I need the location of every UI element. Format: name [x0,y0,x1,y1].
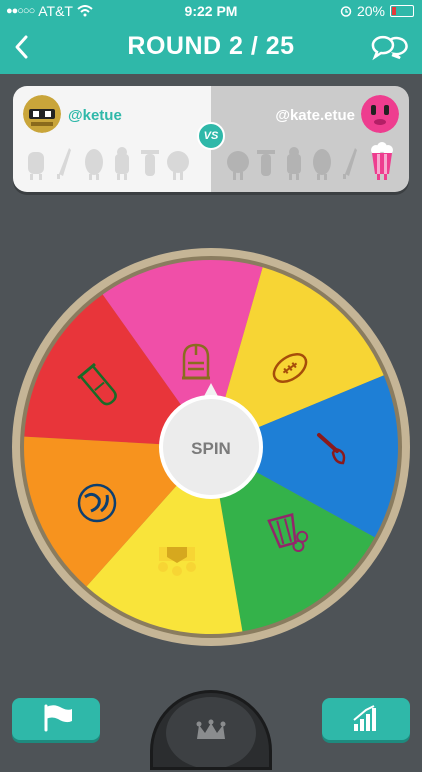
bar-chart-icon [353,705,376,731]
category-wheel[interactable]: SPIN [12,248,410,646]
battery-group: 20% [340,3,414,19]
character-silhouette-icon [28,152,44,180]
header-bar: ROUND 2 / 25 [0,22,422,74]
left-username: @ketue [68,107,122,124]
alarm-icon [340,6,352,17]
player-left[interactable]: @ketue [13,86,211,192]
round-title: ROUND 2 / 25 [127,32,295,60]
player-right[interactable]: @kate.etue [211,86,409,192]
character-silhouette-icon [227,151,249,180]
pink-pig-avatar-icon [361,95,399,133]
status-bar: ●●○○○ AT&T 9:22 PM 20% [0,0,422,22]
character-silhouette-icon [141,150,159,176]
battery-icon [390,5,414,17]
robot-avatar-icon [23,95,61,133]
character-silhouette-icon [85,149,103,180]
battery-percent: 20% [356,3,385,19]
character-silhouette-icon [115,147,129,180]
versus-badge: VS [197,122,225,150]
crown-icon [166,697,256,769]
crown-button[interactable] [150,690,272,770]
chat-bubbles-icon[interactable] [370,32,408,62]
character-silhouette-icon [343,148,357,179]
flag-icon [44,704,72,732]
popcorn-character-icon [371,142,393,180]
character-silhouette-icon [257,150,275,176]
character-silhouette-icon [57,148,71,179]
character-silhouette-icon [313,149,331,180]
character-silhouette-icon [167,151,189,180]
spin-label[interactable]: SPIN [191,439,231,458]
character-silhouette-icon [287,147,301,180]
right-username: @kate.etue [275,107,355,124]
flag-button[interactable] [12,698,100,740]
players-card: @ketue @kate.etue VS [13,86,409,192]
stats-button[interactable] [322,698,410,740]
